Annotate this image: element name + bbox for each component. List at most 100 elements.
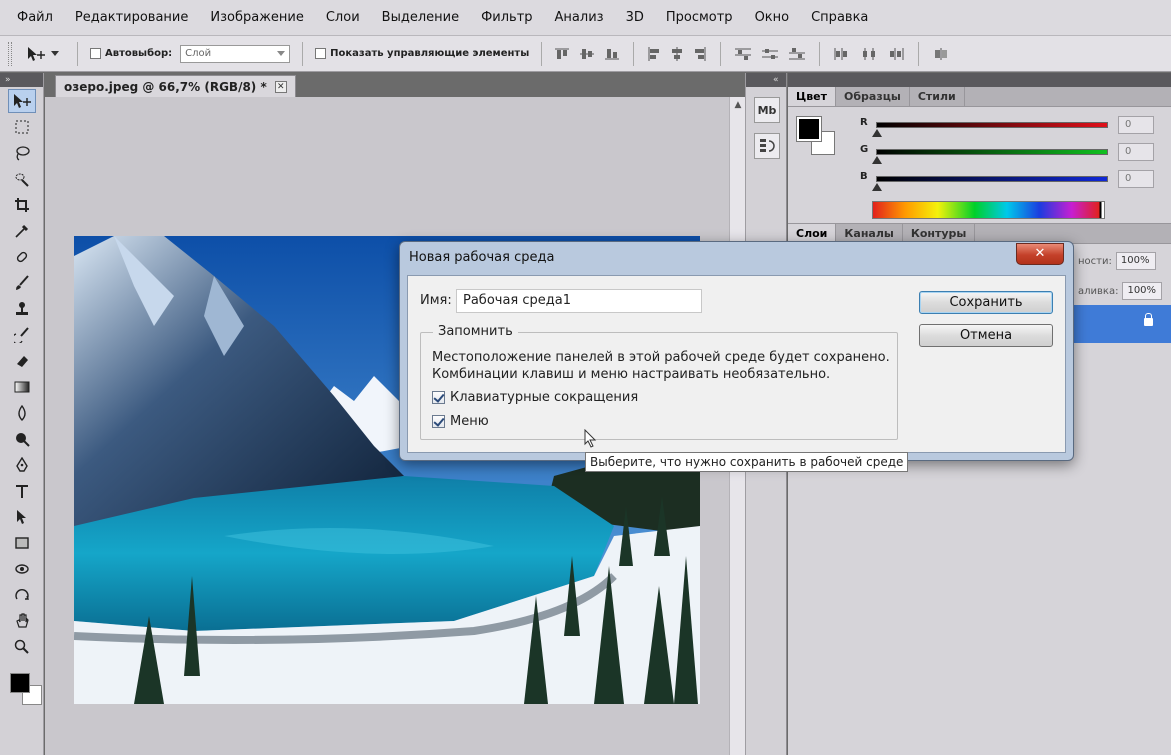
tool-preset-picker[interactable] <box>20 46 65 62</box>
show-controls-label: Показать управляющие элементы <box>330 48 530 59</box>
menu-file[interactable]: Файл <box>6 10 64 25</box>
cancel-button[interactable]: Отмена <box>919 324 1053 347</box>
fill-label: аливка: <box>1078 285 1119 297</box>
spot-healing-tool-icon[interactable] <box>8 245 36 269</box>
tab-styles[interactable]: Стили <box>910 87 965 106</box>
green-slider-track[interactable] <box>876 149 1108 155</box>
green-value-field[interactable]: 0 <box>1118 143 1154 161</box>
red-slider-track[interactable] <box>876 122 1108 128</box>
move-tool-icon <box>28 46 45 61</box>
zoom-tool-icon[interactable] <box>8 635 36 659</box>
mini-bridge-label: Mb <box>757 103 777 117</box>
workspace-name-input[interactable]: Рабочая среда1 <box>456 289 702 313</box>
menu-edit[interactable]: Редактирование <box>64 10 199 25</box>
align-right-icon[interactable] <box>693 46 707 62</box>
align-vcenter-icon[interactable] <box>579 47 595 61</box>
close-icon[interactable]: ✕ <box>1016 243 1064 265</box>
menus-option[interactable]: Меню <box>432 414 489 429</box>
menu-filter[interactable]: Фильтр <box>470 10 543 25</box>
align-top-icon[interactable] <box>554 47 570 61</box>
quick-selection-tool-icon[interactable] <box>8 167 36 191</box>
history-panel-icon[interactable] <box>754 133 780 159</box>
foreground-color-box[interactable] <box>796 116 822 142</box>
eyedropper-tool-icon[interactable] <box>8 219 36 243</box>
menu-3d[interactable]: 3D <box>615 10 655 25</box>
tab-swatches[interactable]: Образцы <box>836 87 910 106</box>
blur-tool-icon[interactable] <box>8 401 36 425</box>
history-brush-tool-icon[interactable] <box>8 323 36 347</box>
3d-orbit-tool-icon[interactable] <box>8 583 36 607</box>
gradient-tool-icon[interactable] <box>8 375 36 399</box>
distribute-top-icon[interactable] <box>734 47 752 61</box>
close-tab-icon[interactable]: ✕ <box>274 80 287 93</box>
distribute-left-icon[interactable] <box>833 47 851 61</box>
crop-tool-icon[interactable] <box>8 193 36 217</box>
red-slider[interactable]: R 0 <box>860 116 1160 139</box>
collapse-panels-arrow[interactable]: « <box>746 73 786 87</box>
foreground-color-swatch[interactable] <box>10 673 30 693</box>
hand-tool-icon[interactable] <box>8 609 36 633</box>
menu-help[interactable]: Справка <box>800 10 879 25</box>
blue-slider-track[interactable] <box>876 176 1108 182</box>
red-value-field[interactable]: 0 <box>1118 116 1154 134</box>
separator <box>541 41 543 66</box>
auto-align-icon[interactable] <box>932 47 950 61</box>
autoselect-checkbox[interactable] <box>90 48 101 59</box>
lasso-tool-icon[interactable] <box>8 141 36 165</box>
menu-layers[interactable]: Слои <box>315 10 371 25</box>
document-tab[interactable]: озеро.jpeg @ 66,7% (RGB/8) * ✕ <box>55 75 296 97</box>
dodge-tool-icon[interactable] <box>8 427 36 451</box>
pen-tool-icon[interactable] <box>8 453 36 477</box>
3d-rotate-tool-icon[interactable] <box>8 557 36 581</box>
opacity-field[interactable]: 100% <box>1115 252 1156 270</box>
type-tool-icon[interactable] <box>8 479 36 503</box>
move-tool-icon[interactable] <box>8 89 36 113</box>
distribute-right-icon[interactable] <box>887 47 905 61</box>
clone-stamp-tool-icon[interactable] <box>8 297 36 321</box>
distribute-vcenter-icon[interactable] <box>761 47 779 61</box>
eraser-tool-icon[interactable] <box>8 349 36 373</box>
green-slider[interactable]: G 0 <box>860 143 1160 166</box>
brush-tool-icon[interactable] <box>8 271 36 295</box>
menu-analysis[interactable]: Анализ <box>544 10 615 25</box>
green-slider-handle[interactable] <box>872 156 882 164</box>
menu-window[interactable]: Окно <box>744 10 801 25</box>
menu-select[interactable]: Выделение <box>371 10 470 25</box>
blue-slider[interactable]: B 0 <box>860 170 1160 193</box>
align-bottom-icon[interactable] <box>604 47 620 61</box>
distribute-bottom-icon[interactable] <box>788 47 806 61</box>
fill-row: аливка: 100% <box>1078 281 1168 301</box>
keyboard-shortcuts-option[interactable]: Клавиатурные сокращения <box>432 390 638 405</box>
mini-bridge-icon[interactable]: Mb <box>754 97 780 123</box>
show-controls-option[interactable]: Показать управляющие элементы <box>315 48 529 59</box>
menus-checkbox[interactable] <box>432 415 445 428</box>
menu-image[interactable]: Изображение <box>199 10 314 25</box>
align-left-icon[interactable] <box>647 46 661 62</box>
tools-collapse-arrow[interactable]: » <box>0 73 43 87</box>
scroll-up-icon[interactable]: ▲ <box>730 97 746 113</box>
red-slider-handle[interactable] <box>872 129 882 137</box>
path-selection-tool-icon[interactable] <box>8 505 36 529</box>
blue-value-field[interactable]: 0 <box>1118 170 1154 188</box>
blue-slider-handle[interactable] <box>872 183 882 191</box>
marquee-tool-icon[interactable] <box>8 115 36 139</box>
distribute-hcenter-icon[interactable] <box>860 47 878 61</box>
green-label: G <box>860 144 869 155</box>
show-controls-checkbox[interactable] <box>315 48 327 59</box>
keyboard-shortcuts-checkbox[interactable] <box>432 391 445 404</box>
document-tab-bar: озеро.jpeg @ 66,7% (RGB/8) * ✕ <box>45 73 745 97</box>
options-grip[interactable] <box>8 41 12 66</box>
align-hcenter-icon[interactable] <box>670 46 684 62</box>
autoselect-dropdown[interactable]: Слой <box>180 44 291 63</box>
color-spectrum-ramp[interactable] <box>872 201 1105 219</box>
save-button[interactable]: Сохранить <box>919 291 1053 314</box>
color-swatches[interactable] <box>8 667 42 705</box>
menu-view[interactable]: Просмотр <box>655 10 744 25</box>
separator <box>77 41 78 66</box>
fill-field[interactable]: 100% <box>1122 282 1163 300</box>
selected-layer-row[interactable] <box>1068 305 1171 343</box>
rectangle-tool-icon[interactable] <box>8 531 36 555</box>
tab-color[interactable]: Цвет <box>788 87 837 106</box>
new-workspace-dialog: Новая рабочая среда ✕ Имя: Рабочая среда… <box>399 241 1074 461</box>
autoselect-option[interactable]: Автовыбор: <box>90 48 172 59</box>
